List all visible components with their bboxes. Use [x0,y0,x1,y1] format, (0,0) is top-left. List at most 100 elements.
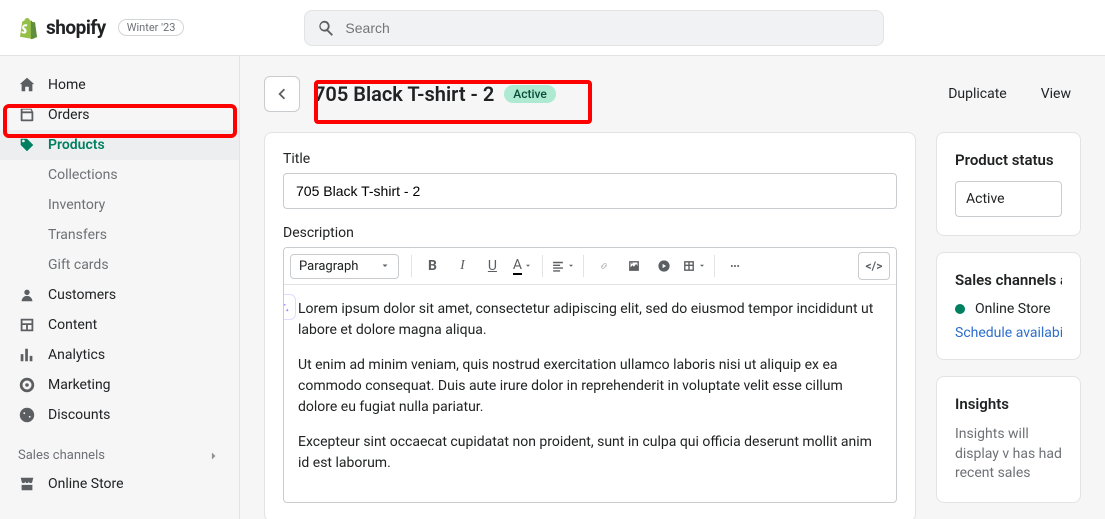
sales-channels-header[interactable]: Sales channels [0,442,239,469]
description-body[interactable]: Lorem ipsum dolor sit amet, consectetur … [284,285,896,502]
separator [542,255,543,277]
sidebar-item-home[interactable]: Home [0,70,239,100]
sidebar: Home Orders Products Collections Invento… [0,56,240,519]
chevron-down-icon [524,262,532,270]
insights-heading: Insights [955,395,1062,413]
dots-icon [728,259,742,273]
home-icon [18,76,36,94]
chevron-down-icon [380,261,390,271]
channel-row: Online Store [955,301,1062,317]
sidebar-item-products[interactable]: Products [0,130,239,160]
sidebar-item-transfers[interactable]: Transfers [0,220,239,250]
sidebar-item-label: Online Store [48,476,124,492]
link-icon [597,259,611,273]
insights-card: Insights Insights will display v has had… [936,376,1081,503]
discounts-icon [18,406,36,424]
search-wrap [304,10,884,46]
video-button[interactable] [650,252,678,280]
ai-assist-button[interactable] [283,294,296,320]
more-button[interactable] [721,252,749,280]
main-content: 705 Black T-shirt - 2 Active Duplicate V… [240,56,1105,519]
store-icon [18,475,36,493]
image-icon [627,259,641,273]
search-input[interactable] [345,20,871,36]
sidebar-item-label: Gift cards [48,257,109,273]
view-button[interactable]: View [1031,80,1081,108]
sidebar-item-label: Transfers [48,227,107,243]
separator [411,255,412,277]
align-button[interactable] [549,252,577,280]
separator [583,255,584,277]
rich-text-editor: Paragraph B I U A [283,247,897,503]
chevron-right-icon [207,449,221,463]
duplicate-button[interactable]: Duplicate [938,80,1017,108]
table-icon [682,259,696,273]
sidebar-item-label: Orders [48,107,90,123]
sidebar-item-label: Customers [48,287,116,303]
search-icon [317,19,335,37]
sidebar-item-content[interactable]: Content [0,310,239,340]
sidebar-item-customers[interactable]: Customers [0,280,239,310]
logo[interactable]: shopify Winter '23 [16,16,184,40]
shopify-bag-icon [16,16,40,40]
customers-icon [18,286,36,304]
desc-paragraph: Ut enim ad minim veniam, quis nostrud ex… [298,355,882,418]
back-button[interactable] [264,76,300,112]
video-icon [657,259,671,273]
paragraph-select[interactable]: Paragraph [290,254,399,279]
sidebar-item-discounts[interactable]: Discounts [0,400,239,430]
sparkle-icon [283,300,290,314]
text-color-button[interactable]: A [508,252,536,280]
status-select[interactable]: Active [955,181,1062,217]
desc-paragraph: Lorem ipsum dolor sit amet, consectetur … [298,299,882,341]
chevron-down-icon [698,262,706,270]
insights-text: Insights will display v has had recent s… [955,425,1062,484]
page-title: 705 Black T-shirt - 2 Active [314,82,556,106]
status-value: Active [966,191,1005,207]
sidebar-item-label: Marketing [48,377,111,393]
analytics-icon [18,346,36,364]
sidebar-item-label: Home [48,77,86,93]
arrow-left-icon [273,85,291,103]
search-box[interactable] [304,10,884,46]
sidebar-item-orders[interactable]: Orders [0,100,239,130]
channel-name: Online Store [975,301,1051,317]
orders-icon [18,106,36,124]
italic-button[interactable]: I [448,252,476,280]
underline-button[interactable]: U [478,252,506,280]
sidebar-item-label: Inventory [48,197,105,213]
sales-channels-card: Sales channels and a Online Store Schedu… [936,252,1081,360]
sidebar-item-marketing[interactable]: Marketing [0,370,239,400]
topbar: shopify Winter '23 [0,0,1105,56]
sidebar-item-label: Collections [48,167,118,183]
table-button[interactable] [680,252,708,280]
desc-paragraph: Excepteur sint occaecat cupidatat non pr… [298,432,882,474]
sidebar-item-online-store[interactable]: Online Store [0,469,239,499]
title-input[interactable] [283,173,897,209]
product-status-card: Product status Active [936,132,1081,236]
chevron-down-icon [567,262,575,270]
sidebar-item-label: Content [48,317,97,333]
content-icon [18,316,36,334]
sidebar-item-label: Products [48,137,105,153]
product-card: Title Description Paragraph [264,132,916,519]
image-button[interactable] [620,252,648,280]
code-view-button[interactable]: </> [858,252,890,280]
edition-pill[interactable]: Winter '23 [118,19,185,36]
status-badge: Active [504,85,556,103]
page-header: 705 Black T-shirt - 2 Active Duplicate V… [264,76,1081,112]
schedule-link[interactable]: Schedule availabi [955,325,1062,341]
link-button[interactable] [590,252,618,280]
separator [714,255,715,277]
sales-channels-label: Sales channels [18,448,105,463]
brand-text: shopify [46,16,106,39]
sidebar-item-collections[interactable]: Collections [0,160,239,190]
rte-toolbar: Paragraph B I U A [284,248,896,285]
bold-button[interactable]: B [418,252,446,280]
sidebar-item-giftcards[interactable]: Gift cards [0,250,239,280]
channels-heading: Sales channels and a [955,271,1062,289]
title-label: Title [283,151,897,167]
align-icon [551,259,565,273]
sidebar-item-inventory[interactable]: Inventory [0,190,239,220]
sidebar-item-analytics[interactable]: Analytics [0,340,239,370]
